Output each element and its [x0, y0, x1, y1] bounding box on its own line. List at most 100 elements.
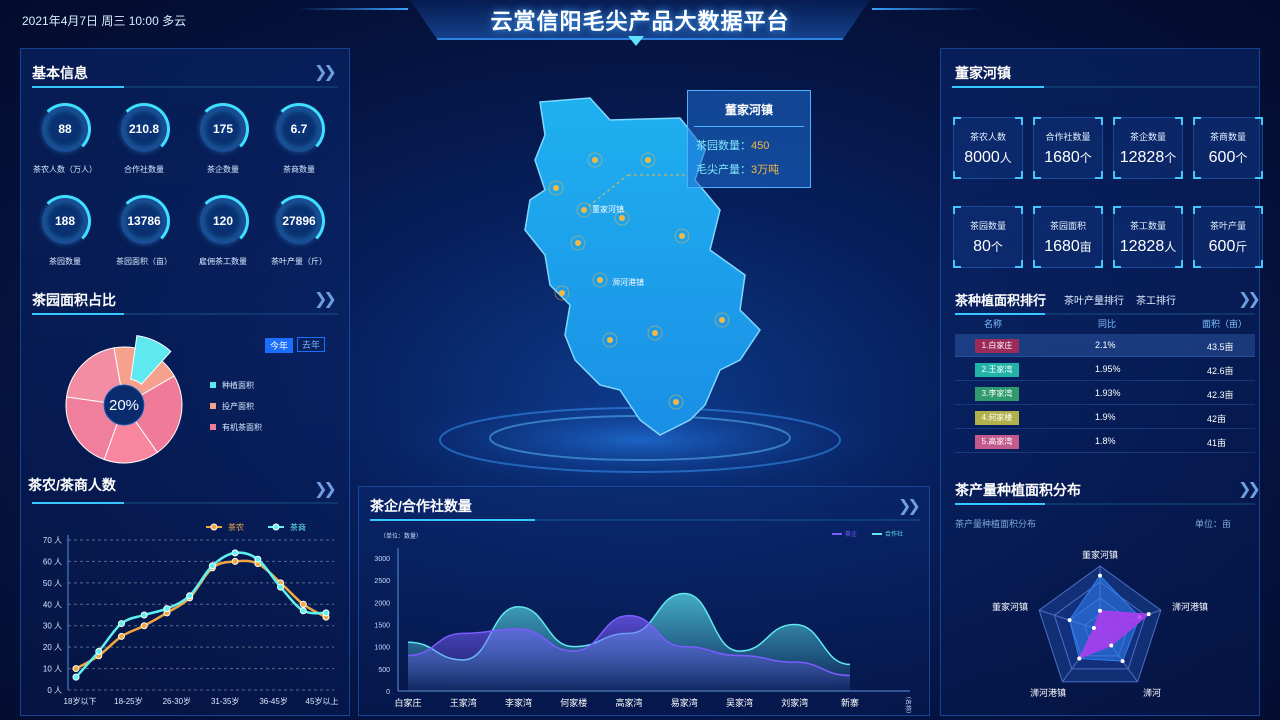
- rank-name: 4.何家楼: [975, 411, 1019, 425]
- line-point[interactable]: [254, 555, 262, 563]
- x-tick-label: 18岁以下: [64, 696, 97, 706]
- enterprise-chart-more-icon[interactable]: ❯❯: [898, 496, 921, 516]
- map-marker[interactable]: [652, 330, 658, 336]
- map-marker[interactable]: [592, 157, 598, 163]
- line-point[interactable]: [72, 665, 80, 673]
- map-popup-title: 董家河镇: [724, 103, 773, 117]
- card-corner: [1033, 260, 1041, 268]
- kpi-value-row: 1680个: [1034, 149, 1102, 167]
- ranking-more-icon[interactable]: ❯❯: [1238, 289, 1261, 309]
- card-corner: [1255, 206, 1263, 214]
- line-point[interactable]: [72, 673, 80, 681]
- line-point[interactable]: [208, 562, 216, 570]
- card-corner: [1015, 171, 1023, 179]
- kpi-unit: 个: [1079, 151, 1092, 165]
- card-corner: [1193, 206, 1201, 214]
- rank-area: 42亩: [1207, 414, 1227, 424]
- line-point[interactable]: [231, 549, 239, 557]
- people-line-chart: 0 人 10 人 20 人 30 人 40 人 50 人 60 人 70 人 18岁以下 18-2…: [43, 522, 339, 706]
- line-point[interactable]: [140, 611, 148, 619]
- x-tick-label: 刘家湾: [781, 697, 808, 708]
- radar-axis-label: 董家河镇: [992, 601, 1028, 612]
- page-title: 云赏信阳毛尖产品大数据平台: [490, 9, 790, 34]
- area-ratio-more-icon[interactable]: ❯❯: [314, 289, 337, 309]
- line-point[interactable]: [322, 609, 330, 617]
- line-point[interactable]: [117, 620, 125, 628]
- radar-point: [1098, 608, 1102, 613]
- map-marker[interactable]: [673, 399, 679, 405]
- legend-swatch: [210, 382, 216, 388]
- legend-dot: [210, 523, 218, 531]
- y-tick-label: 1000: [374, 645, 390, 652]
- radar-point: [1077, 656, 1082, 661]
- line-point[interactable]: [163, 605, 171, 613]
- line-point[interactable]: [277, 583, 285, 591]
- basic-info-more-icon[interactable]: ❯❯: [314, 62, 337, 82]
- map-marker[interactable]: [619, 215, 625, 221]
- y-tick-label: 30 人: [43, 622, 62, 631]
- stat-ring: 210.8: [118, 103, 170, 155]
- map-popup-row-1: 茶园数量：450: [696, 137, 810, 153]
- radar-more-icon[interactable]: ❯❯: [1238, 479, 1261, 499]
- legend-label: 茶农: [228, 522, 244, 532]
- town-kpi-card: 合作社数量 1680个: [1033, 117, 1103, 179]
- kpi-label: 合作社数量: [1045, 132, 1091, 142]
- radar-divider: [955, 503, 1255, 505]
- rank-name: 5.高家湾: [975, 435, 1019, 449]
- stat-ring: 88: [39, 103, 91, 155]
- town-kpi-card: 茶工数量 12828人: [1113, 206, 1183, 268]
- table-row[interactable]: 1.白家庄 2.1% 43.5亩: [955, 334, 1255, 357]
- line-point[interactable]: [140, 622, 148, 630]
- map-marker[interactable]: [597, 277, 603, 283]
- map-popup-divider: [694, 126, 804, 127]
- kpi-value: 1680: [1044, 238, 1080, 255]
- line-point[interactable]: [186, 592, 194, 600]
- x-tick-label: 王家湾: [450, 697, 477, 708]
- y-tick-label: 60 人: [43, 557, 62, 566]
- rank-yoy: 1.95%: [1095, 364, 1121, 374]
- map-popup-value-2: 3万吨: [751, 164, 780, 176]
- rank-area: 41亩: [1207, 438, 1227, 448]
- card-corner: [1193, 117, 1201, 125]
- table-row[interactable]: 4.何家楼 1.9% 42亩: [955, 406, 1255, 429]
- line-point[interactable]: [299, 600, 307, 608]
- table-row[interactable]: 5.高家湾 1.8% 41亩: [955, 430, 1255, 453]
- card-corner: [1015, 117, 1023, 125]
- kpi-unit: 个: [1164, 151, 1177, 165]
- people-chart-more-icon[interactable]: ❯❯: [314, 479, 337, 499]
- y-tick-label: 70 人: [43, 536, 62, 545]
- town-kpi-card: 茶园面积 1680亩: [1033, 206, 1103, 268]
- map-popup-label-1: 茶园数量：: [696, 140, 751, 152]
- donut-center-label: 20%: [109, 397, 139, 414]
- map-marker[interactable]: [679, 233, 685, 239]
- line-point[interactable]: [231, 557, 239, 565]
- map-marker[interactable]: [553, 185, 559, 191]
- line-point[interactable]: [299, 607, 307, 615]
- radar-axis-label: 浉河港镇: [1172, 601, 1208, 612]
- x-tick-label: 45岁以上: [306, 696, 339, 706]
- area-ratio-donut: 20%: [65, 335, 183, 464]
- map-marker[interactable]: [645, 157, 651, 163]
- map-label-dongjiahe: 董家河镇: [592, 204, 624, 214]
- map-marker[interactable]: [607, 337, 613, 343]
- toggle-this-year[interactable]: 今年: [265, 338, 294, 353]
- table-row[interactable]: 3.李家湾 1.93% 42.3亩: [955, 382, 1255, 405]
- toggle-last-year[interactable]: 去年: [297, 337, 326, 352]
- rank-area: 42.3亩: [1207, 390, 1234, 400]
- table-row[interactable]: 2.王家湾 1.95% 42.6亩: [955, 358, 1255, 381]
- card-corner: [1113, 171, 1121, 179]
- kpi-unit: 斤: [1235, 240, 1248, 254]
- map-marker[interactable]: [575, 240, 581, 246]
- tab-yield-rank[interactable]: 茶叶产量排行: [1064, 292, 1124, 307]
- stat-value: 120: [212, 214, 234, 228]
- rank-name: 3.李家湾: [975, 387, 1019, 401]
- tab-planting-area-rank[interactable]: 茶种植面积排行: [955, 290, 1046, 309]
- tab-worker-rank[interactable]: 茶工排行: [1136, 292, 1176, 307]
- x-tick-label: 新寨: [841, 697, 859, 708]
- map-marker[interactable]: [559, 290, 565, 296]
- kpi-label: 茶园面积: [1049, 221, 1086, 231]
- line-point[interactable]: [95, 647, 103, 655]
- line-point[interactable]: [117, 632, 125, 640]
- map-marker[interactable]: [719, 317, 725, 323]
- basic-info-title: 基本信息: [32, 65, 88, 81]
